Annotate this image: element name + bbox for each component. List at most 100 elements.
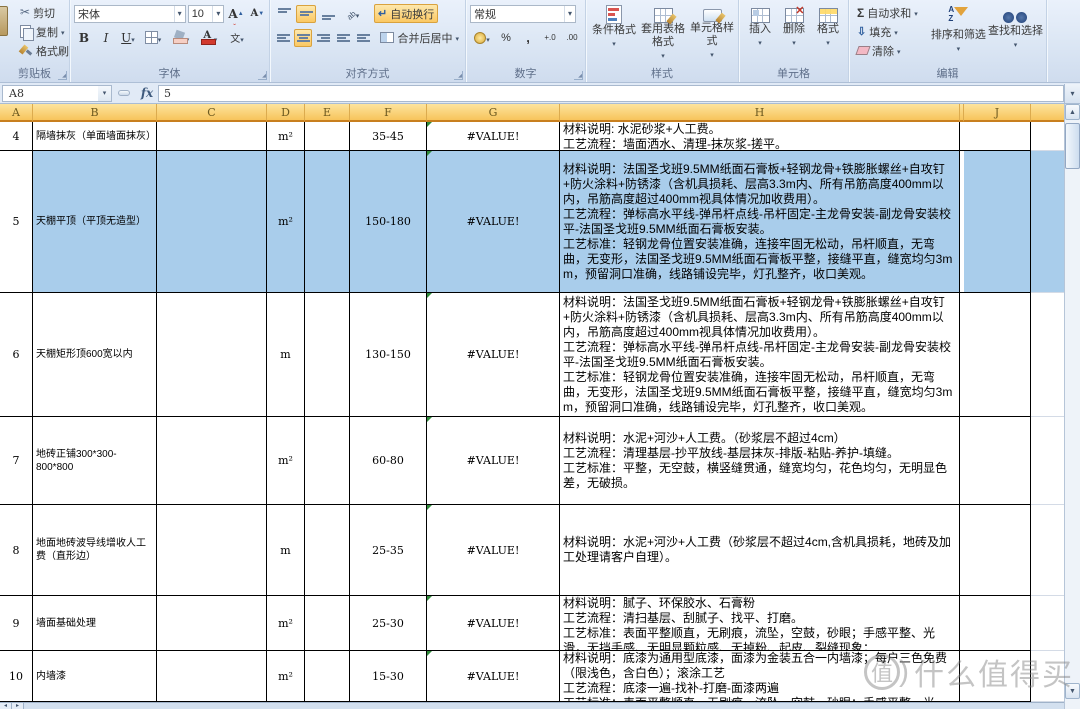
increase-indent-button[interactable] bbox=[354, 29, 372, 47]
cell-e[interactable] bbox=[305, 151, 350, 293]
accounting-format-button[interactable] bbox=[470, 29, 494, 47]
cell-e[interactable] bbox=[305, 417, 350, 505]
cell-e[interactable] bbox=[305, 651, 350, 702]
number-format-dropdown-icon[interactable] bbox=[564, 6, 575, 22]
cell-g-error[interactable]: #VALUE! bbox=[427, 505, 560, 596]
font-color-button[interactable]: A bbox=[196, 29, 222, 47]
cell-e[interactable] bbox=[305, 596, 350, 651]
cell-h[interactable]: 材料说明：水泥+河沙+人工费（砂浆层不超过4cm,含机具损耗，地砖及加工处理请客… bbox=[560, 505, 960, 596]
scroll-down-button[interactable]: ▼ bbox=[1065, 683, 1080, 699]
cell-h[interactable]: 材料说明：法国圣戈班9.5MM纸面石膏板+轻钢龙骨+铁膨胀螺丝+自攻钉+防火涂料… bbox=[560, 293, 960, 417]
cell-d[interactable]: m² bbox=[267, 651, 305, 702]
decrease-indent-button[interactable] bbox=[334, 29, 352, 47]
phonetic-guide-button[interactable] bbox=[224, 29, 250, 47]
cell-g-error[interactable]: #VALUE! bbox=[427, 596, 560, 651]
column-header-j[interactable]: J bbox=[964, 104, 1031, 122]
italic-button[interactable]: I bbox=[96, 29, 116, 47]
comma-style-button[interactable]: , bbox=[518, 29, 538, 47]
cell-k[interactable] bbox=[1031, 596, 1064, 651]
column-header-e[interactable]: E bbox=[305, 104, 350, 122]
sort-filter-button[interactable]: AZ 排序和筛选 bbox=[930, 3, 987, 65]
cell-a[interactable]: 9 bbox=[0, 596, 33, 651]
cell-c[interactable] bbox=[157, 151, 267, 293]
borders-button[interactable] bbox=[140, 29, 166, 47]
orientation-button[interactable] bbox=[340, 5, 366, 23]
cell-c[interactable] bbox=[157, 596, 267, 651]
clipboard-dialog-launcher[interactable] bbox=[58, 71, 67, 80]
cut-button[interactable]: 剪切 bbox=[16, 3, 67, 22]
alignment-dialog-launcher[interactable] bbox=[454, 71, 463, 80]
grow-font-button[interactable]: A▲ bbox=[226, 5, 245, 23]
cell-k[interactable] bbox=[1031, 293, 1064, 417]
cell-j[interactable] bbox=[964, 651, 1031, 702]
cell-c[interactable] bbox=[157, 417, 267, 505]
cell-g-error[interactable]: #VALUE! bbox=[427, 293, 560, 417]
paste-button-partial[interactable] bbox=[0, 6, 8, 36]
cell-b[interactable]: 墙面基础处理 bbox=[33, 596, 157, 651]
scroll-up-button[interactable]: ▲ bbox=[1065, 104, 1080, 120]
cell-c[interactable] bbox=[157, 505, 267, 596]
cell-c[interactable] bbox=[157, 122, 267, 151]
cell-c[interactable] bbox=[157, 651, 267, 702]
font-size-dropdown-icon[interactable] bbox=[212, 6, 223, 22]
align-middle-button[interactable] bbox=[296, 5, 316, 23]
cell-a[interactable]: 6 bbox=[0, 293, 33, 417]
cell-g-error[interactable]: #VALUE! bbox=[427, 122, 560, 151]
align-top-button[interactable] bbox=[274, 5, 294, 23]
align-right-button[interactable] bbox=[314, 29, 332, 47]
sheet-tab-scroll-right-partial[interactable]: ▸ bbox=[12, 703, 24, 709]
sheet-tab-scroll-left-partial[interactable]: ◂ bbox=[0, 703, 12, 709]
formula-input[interactable]: 5 bbox=[158, 85, 1064, 102]
column-header-a[interactable]: A bbox=[0, 104, 33, 122]
cell-a[interactable]: 8 bbox=[0, 505, 33, 596]
cell-styles-button[interactable]: 单元格样式 bbox=[688, 3, 736, 65]
cell-d[interactable]: m² bbox=[267, 151, 305, 293]
cell-f[interactable]: 60-80 bbox=[350, 417, 427, 505]
cell-k[interactable] bbox=[1031, 505, 1064, 596]
cell-j[interactable] bbox=[964, 505, 1031, 596]
cell-f[interactable]: 35-45 bbox=[350, 122, 427, 151]
column-header-c[interactable]: C bbox=[157, 104, 267, 122]
cell-b[interactable]: 地砖正铺300*300-800*800 bbox=[33, 417, 157, 505]
cell-e[interactable] bbox=[305, 122, 350, 151]
cell-c[interactable] bbox=[157, 293, 267, 417]
underline-button[interactable]: U bbox=[118, 29, 138, 47]
decrease-decimal-button[interactable]: .00 bbox=[562, 29, 582, 47]
vertical-scrollbar[interactable]: ▲ ▼ bbox=[1064, 104, 1080, 709]
font-name-combobox[interactable]: 宋体 bbox=[74, 5, 186, 23]
conditional-formatting-button[interactable]: 条件格式 bbox=[590, 3, 638, 65]
cell-a[interactable]: 4 bbox=[0, 122, 33, 151]
column-header-b[interactable]: B bbox=[33, 104, 157, 122]
formula-bar-splitter[interactable] bbox=[118, 90, 130, 96]
percent-style-button[interactable]: % bbox=[496, 29, 516, 47]
number-dialog-launcher[interactable] bbox=[574, 71, 583, 80]
cell-k[interactable] bbox=[1031, 151, 1064, 293]
shrink-font-button[interactable]: A▼ bbox=[248, 5, 267, 23]
merge-center-button[interactable]: 合并后居中 bbox=[376, 28, 463, 47]
cell-d[interactable]: m bbox=[267, 505, 305, 596]
cell-b[interactable]: 内墙漆 bbox=[33, 651, 157, 702]
cell-b[interactable]: 天棚矩形顶600宽以内 bbox=[33, 293, 157, 417]
cell-a[interactable]: 10 bbox=[0, 651, 33, 702]
name-box-dropdown-icon[interactable]: ▾ bbox=[98, 85, 112, 102]
expand-formula-bar-button[interactable]: ▾ bbox=[1064, 84, 1080, 103]
scrollbar-thumb[interactable] bbox=[1065, 123, 1080, 169]
cell-d[interactable]: m² bbox=[267, 417, 305, 505]
bold-button[interactable]: B bbox=[74, 29, 94, 47]
format-as-table-button[interactable]: 套用表格格式 bbox=[638, 3, 688, 65]
autosum-button[interactable]: 自动求和 bbox=[853, 3, 930, 22]
format-painter-button[interactable]: 格式刷 bbox=[16, 41, 67, 60]
column-header-g[interactable]: G bbox=[427, 104, 560, 122]
clear-button[interactable]: 清除 bbox=[853, 41, 930, 60]
align-left-button[interactable] bbox=[274, 29, 292, 47]
cell-g-error[interactable]: #VALUE! bbox=[427, 151, 560, 293]
cell-k[interactable] bbox=[1031, 651, 1064, 702]
cell-j[interactable] bbox=[964, 417, 1031, 505]
align-bottom-button[interactable] bbox=[318, 5, 338, 23]
cell-b[interactable]: 地面地砖波导线增收人工费（直形边） bbox=[33, 505, 157, 596]
name-box[interactable]: A8 bbox=[2, 85, 98, 102]
active-cell-a8[interactable]: 5 bbox=[0, 151, 33, 293]
find-select-button[interactable]: 查找和选择 bbox=[987, 3, 1044, 65]
cell-a[interactable]: 7 bbox=[0, 417, 33, 505]
cell-h[interactable]: 材料说明: 水泥砂浆+人工费。 工艺流程：墙面洒水、清理-抹灰浆-搓平。 工艺标… bbox=[560, 122, 960, 151]
